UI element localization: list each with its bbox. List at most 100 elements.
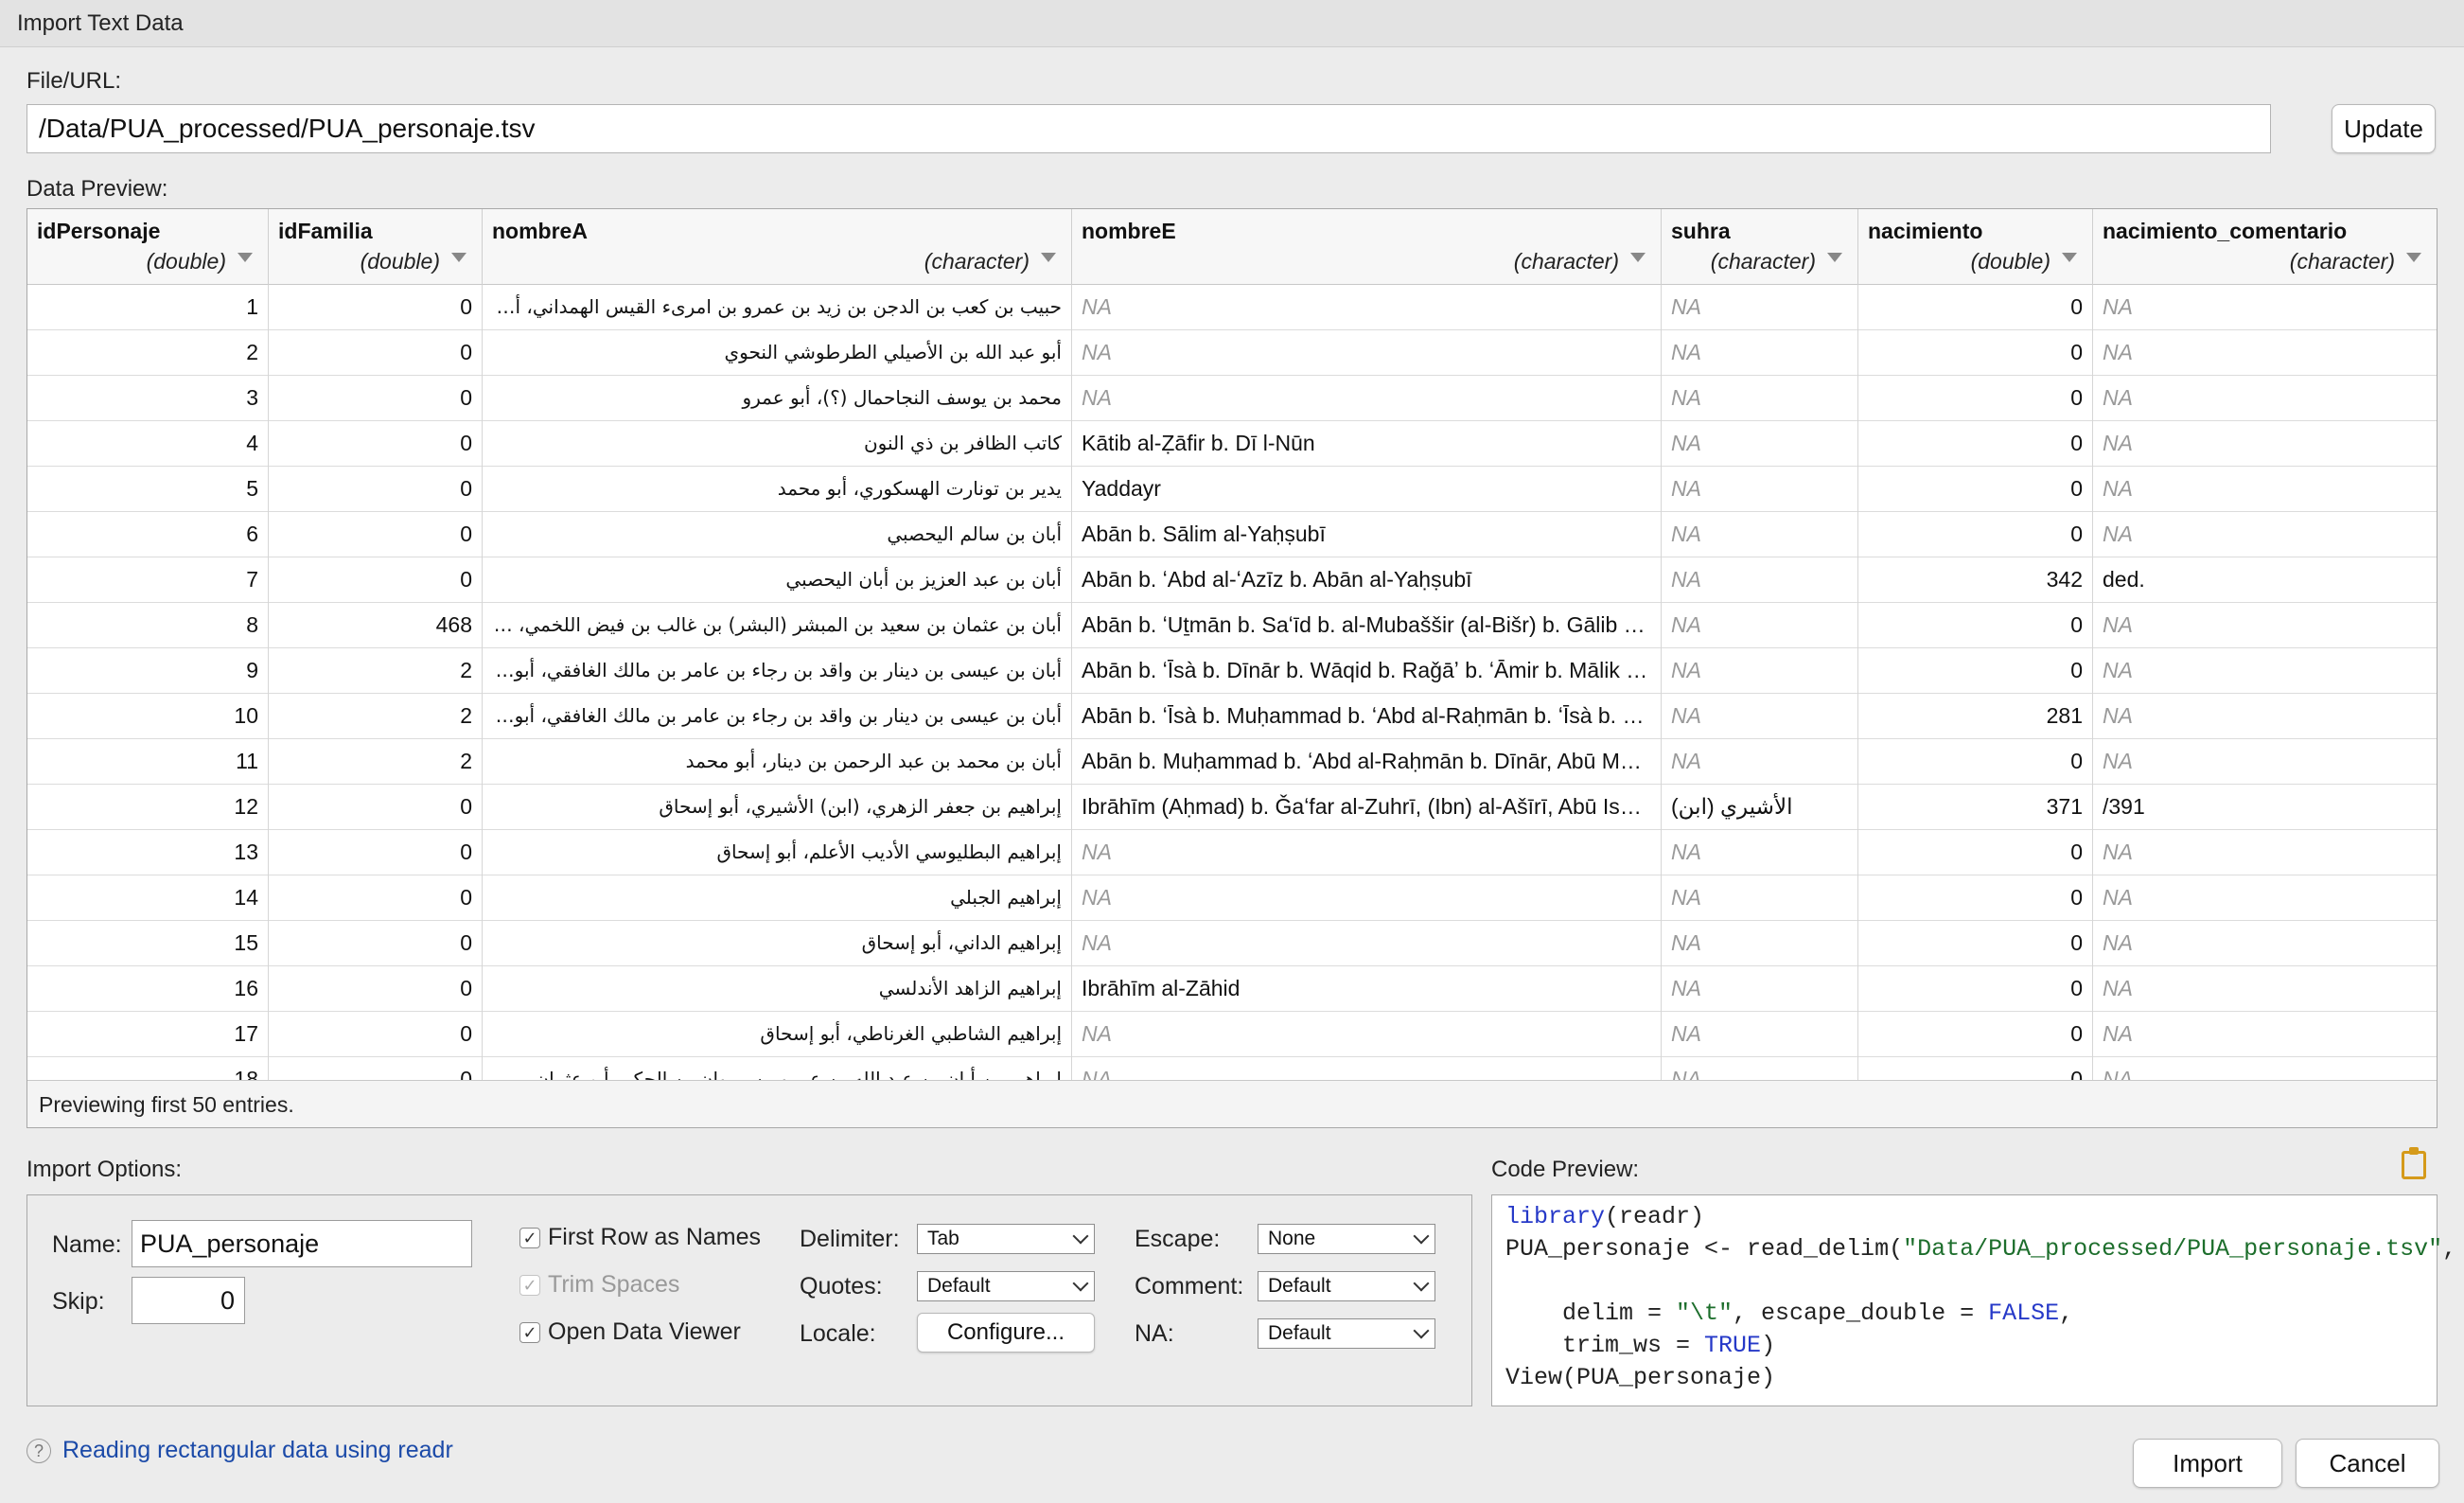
skip-input[interactable]: 0 [132,1277,245,1324]
col-nombree-cell: NA [1072,830,1662,875]
first-row-as-names-checkbox[interactable]: ✓ First Row as Names [519,1224,761,1251]
col-nombrea-cell: إبراهيم الجبلي [483,875,1072,921]
open-data-viewer-checkbox[interactable]: ✓ Open Data Viewer [519,1318,741,1346]
column-type: (character) [1710,249,1816,274]
help-link[interactable]: ? Reading rectangular data using readr [26,1437,453,1464]
column-type-dropdown-icon[interactable] [1630,253,1646,262]
col-idpersonaje-cell: 7 [27,557,269,603]
column-name: nombreA [492,219,588,243]
col-nacimiento-comentario-cell: NA [2093,285,2437,330]
escape-label: Escape: [1135,1226,1221,1252]
delimiter-value: Tab [927,1228,959,1249]
column-type-dropdown-icon[interactable] [451,253,466,262]
col-suhra-header[interactable]: suhra (character) [1662,209,1858,285]
col-idpersonaje-cell: 3 [27,376,269,421]
column-name: nacimiento [1868,219,1983,243]
col-suhra-cell: NA [1662,557,1858,603]
table-row: 5 0 يدير بن تونارت الهسكوري، أبو محمد Yadda… [27,467,2437,512]
col-nacimiento-cell: 0 [1858,648,2093,694]
column-name: idFamilia [278,219,373,243]
col-nombrea-cell: إبراهيم الشاطبي الغرناطي، أبو إسحاق [483,1012,1072,1057]
code-library-arg: (readr) [1605,1203,1705,1230]
column-type-dropdown-icon[interactable] [1041,253,1056,262]
code-line-1: library(readr) [1505,1203,1704,1230]
column-type: (character) [924,249,1030,274]
code-preview-box[interactable]: library(readr) PUA_personaje <- read_del… [1491,1194,2456,1406]
col-idfamilia-cell: 0 [269,1012,483,1057]
table-row: 9 2 أبان بن عيسى بن دينار بن واقد بن رجاء … [27,648,2437,694]
chevron-down-icon [1072,1275,1089,1292]
table-row: 4 0 كاتب الظافر بن ذي النون Kātib al-Ẓāfir … [27,421,2437,467]
col-nombrea-cell: محمد بن يوسف النجاحمال (؟)، أبو عمرو [483,376,1072,421]
code-line-5: View(PUA_personaje) [1505,1364,1776,1391]
import-button[interactable]: Import [2133,1439,2282,1488]
col-idpersonaje-header[interactable]: idPersonaje (double) [27,209,269,285]
col-nombree-header[interactable]: nombreE (character) [1072,209,1662,285]
col-nacimiento-cell: 0 [1858,1012,2093,1057]
file-url-input[interactable]: /Data/PUA_processed/PUA_personaje.tsv [26,104,2271,153]
col-nacimiento-comentario-cell: NA [2093,648,2437,694]
col-idfamilia-cell: 2 [269,694,483,739]
col-nacimiento-cell: 0 [1858,739,2093,785]
col-suhra-cell: NA [1662,694,1858,739]
delimiter-select[interactable]: Tab [917,1224,1095,1254]
col-nombree-cell: Ibrāhīm (Aḥmad) b. Ǧaʻfar al-Zuhrī, (Ibn… [1072,785,1662,830]
chevron-down-icon [1072,1228,1089,1245]
col-idfamilia-cell: 0 [269,467,483,512]
col-nacimiento-comentario-header[interactable]: nacimiento_comentario (character) [2093,209,2437,285]
col-nombree-cell: NA [1072,875,1662,921]
col-nacimiento-comentario-cell: NA [2093,376,2437,421]
import-options-label: Import Options: [26,1157,183,1182]
col-suhra-cell: NA [1662,830,1858,875]
data-preview-grid[interactable]: idPersonaje (double) idFamilia (double) nomb… [26,208,2438,1128]
col-nacimiento-cell: 0 [1858,285,2093,330]
column-type: (double) [146,249,226,274]
column-type-dropdown-icon[interactable] [2406,253,2421,262]
first-row-label: First Row as Names [548,1224,762,1250]
code-tab-string: "\t" [1676,1300,1734,1327]
code-delim: delim = [1505,1300,1677,1327]
col-idfamilia-header[interactable]: idFamilia (double) [269,209,483,285]
col-nombree-cell: Ibrāhīm al-Zāhid [1072,966,1662,1012]
col-nombrea-header[interactable]: nombreA (character) [483,209,1072,285]
col-idpersonaje-cell: 15 [27,921,269,966]
quotes-value: Default [927,1275,991,1297]
configure-locale-button[interactable]: Configure... [917,1313,1095,1353]
escape-value: None [1268,1228,1316,1249]
col-nombree-cell: NA [1072,921,1662,966]
col-nacimiento-header[interactable]: nacimiento (double) [1858,209,2093,285]
col-nombree-cell: Abān b. ʻUṯmān b. Saʻīd b. al-Mubaššir (… [1072,603,1662,648]
escape-select[interactable]: None [1258,1224,1435,1254]
col-idpersonaje-cell: 6 [27,512,269,557]
column-type-dropdown-icon[interactable] [238,253,253,262]
column-type-dropdown-icon[interactable] [1827,253,1842,262]
col-nacimiento-comentario-cell: NA [2093,512,2437,557]
code-escape: , escape_double = [1733,1300,1989,1327]
col-idpersonaje-cell: 14 [27,875,269,921]
col-nombree-cell: Abān b. ʻĪsà b. Muḥammad b. ʻAbd al-Raḥm… [1072,694,1662,739]
col-nombree-cell: NA [1072,376,1662,421]
column-header-row: idPersonaje (double) idFamilia (double) nomb… [27,209,2437,285]
comment-select[interactable]: Default [1258,1271,1435,1301]
table-row: 13 0 إبراهيم البطليوسي الأديب الأعلم، أبو … [27,830,2437,875]
check-icon: ✓ [519,1227,540,1248]
na-select[interactable]: Default [1258,1318,1435,1349]
quotes-select[interactable]: Default [917,1271,1095,1301]
trim-spaces-checkbox[interactable]: ✓ Trim Spaces [519,1271,679,1299]
code-close-paren: ) [1761,1332,1776,1359]
cancel-button[interactable]: Cancel [2296,1439,2439,1488]
col-idpersonaje-cell: 2 [27,330,269,376]
col-nacimiento-comentario-cell: NA [2093,603,2437,648]
clipboard-icon[interactable] [2402,1147,2426,1179]
name-input[interactable]: PUA_personaje [132,1220,472,1267]
col-nacimiento-comentario-cell: NA [2093,694,2437,739]
column-type-dropdown-icon[interactable] [2062,253,2077,262]
col-suhra-cell: NA [1662,285,1858,330]
column-type: (double) [360,249,440,274]
table-row: 6 0 أبان بن سالم اليحصبي Abān b. Sālim al-Y… [27,512,2437,557]
preview-footer: Previewing first 50 entries. [27,1080,2437,1127]
import-options-panel: Name: PUA_personaje Skip: 0 ✓ First Row … [26,1194,1472,1406]
col-suhra-cell: NA [1662,376,1858,421]
col-idpersonaje-cell: 5 [27,467,269,512]
update-button[interactable]: Update [2332,104,2436,153]
